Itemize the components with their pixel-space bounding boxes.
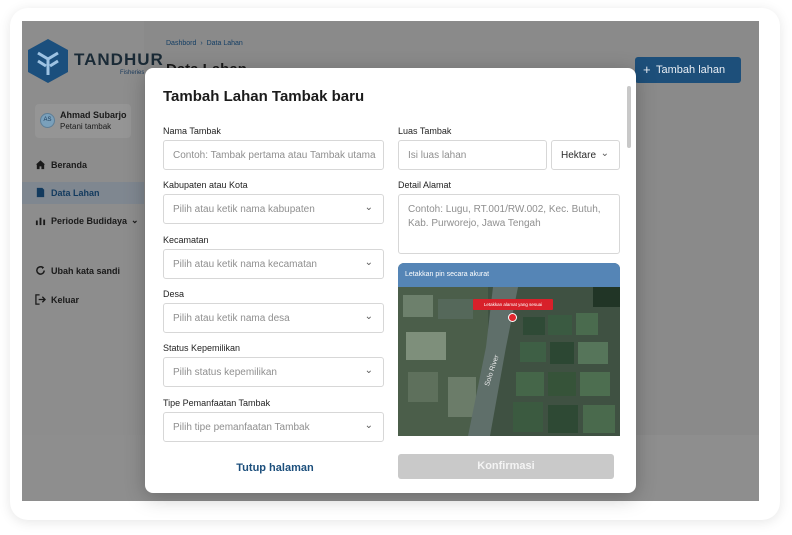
tipe-label: Tipe Pemanfaatan Tambak [163,398,271,408]
sidebar-item-keluar[interactable]: Keluar [22,289,144,311]
sidebar-item-label: Ubah kata sandi [51,266,121,276]
luas-label: Luas Tambak [398,126,452,136]
status-placeholder: Pilih status kepemilikan [173,367,277,378]
pin-tooltip: Letakkan alamat yang sesuai [473,299,553,310]
modal-title: Tambah Lahan Tambak baru [163,88,365,105]
chevron-down-icon: ⌄ [364,365,373,376]
sidebar-item-label: Data Lahan [51,188,100,198]
kabupaten-label: Kabupaten atau Kota [163,180,248,190]
modal-scrollbar[interactable] [627,86,631,148]
breadcrumb-item[interactable]: Data Lahan [207,40,243,47]
sidebar-item-data-lahan[interactable]: Data Lahan [22,182,144,204]
desa-placeholder: Pilih atau ketik nama desa [173,313,290,324]
refresh-icon [36,265,45,275]
status-label: Status Kepemilikan [163,343,241,353]
map-pin-icon[interactable] [508,313,517,322]
logout-icon [35,294,46,305]
logo: TANDHUR Fisheries [24,37,163,89]
chevron-down-icon: ⌄ [364,257,373,268]
plus-icon: + [643,62,651,77]
unit-value: Hektare [561,150,597,161]
breadcrumb-item[interactable]: Dashbord [166,40,196,47]
breadcrumb-separator: › [200,40,203,47]
breadcrumb: Dashbord › Data Lahan [166,40,245,47]
map-header: Letakkan pin secara akurat [398,263,620,287]
kecamatan-label: Kecamatan [163,235,209,245]
nama-tambak-input[interactable]: Contoh: Tambak pertama atau Tambak utama [163,140,384,170]
map-header-text: Letakkan pin secara akurat [405,271,490,278]
chart-icon [35,217,46,226]
user-name: Ahmad Subarjo [60,110,127,120]
desa-select[interactable]: Pilih atau ketik nama desa ⌄ [163,303,384,333]
sidebar-item-label: Periode Budidaya [51,216,128,226]
chevron-down-icon: ⌄ [600,148,609,159]
brand-sub: Fisheries [120,70,145,76]
logo-icon [28,39,68,83]
tipe-select[interactable]: Pilih tipe pemanfaatan Tambak ⌄ [163,412,384,442]
add-lahan-button[interactable]: + Tambah lahan [635,57,741,83]
alamat-placeholder: Contoh: Lugu, RT.001/RW.002, Kec. Butuh,… [408,204,601,229]
nama-tambak-label: Nama Tambak [163,126,221,136]
home-icon [35,160,46,170]
chevron-down-icon: ⌄ [364,420,373,431]
chevron-down-icon: ⌄ [364,202,373,213]
sidebar-item-beranda[interactable]: Beranda [22,154,144,176]
status-select[interactable]: Pilih status kepemilikan ⌄ [163,357,384,387]
close-modal-button[interactable]: Tutup halaman [205,458,345,478]
unit-select[interactable]: Hektare ⌄ [551,140,620,170]
brand-name: TANDHUR [74,50,164,69]
alamat-textarea[interactable]: Contoh: Lugu, RT.001/RW.002, Kec. Butuh,… [398,194,620,254]
sidebar: TANDHUR Fisheries AS Ahmad Subarjo Petan… [22,21,163,501]
kabupaten-placeholder: Pilih atau ketik nama kabupaten [173,204,315,215]
kecamatan-select[interactable]: Pilih atau ketik nama kecamatan ⌄ [163,249,384,279]
kabupaten-select[interactable]: Pilih atau ketik nama kabupaten ⌄ [163,194,384,224]
map-picker[interactable]: Letakkan pin secara akurat Letakkan alam… [398,263,620,436]
user-card[interactable]: AS Ahmad Subarjo Petani tambak [35,104,131,138]
luas-placeholder: Isi luas lahan [408,150,467,161]
kecamatan-placeholder: Pilih atau ketik nama kecamatan [173,259,317,270]
avatar: AS [40,113,55,128]
document-icon [36,187,45,198]
sidebar-item-ubah-kata-sandi[interactable]: Ubah kata sandi [22,260,144,282]
tipe-placeholder: Pilih tipe pemanfaatan Tambak [173,422,310,433]
user-role: Petani tambak [60,122,112,131]
nama-tambak-placeholder: Contoh: Tambak pertama atau Tambak utama [173,150,376,161]
confirm-button[interactable]: Konfirmasi [398,454,614,479]
alamat-label: Detail Alamat [398,180,452,190]
sidebar-item-periode-budidaya[interactable]: Periode Budidaya ⌄ [22,210,144,232]
luas-input[interactable]: Isi luas lahan [398,140,547,170]
add-lahan-modal: Tambah Lahan Tambak baru Nama Tambak Con… [145,68,636,493]
desa-label: Desa [163,289,185,299]
add-lahan-label: Tambah lahan [656,64,726,76]
sidebar-item-label: Beranda [51,160,88,170]
chevron-down-icon: ⌄ [364,311,373,322]
sidebar-item-label: Keluar [51,295,80,305]
chevron-down-icon: ⌄ [131,215,139,225]
